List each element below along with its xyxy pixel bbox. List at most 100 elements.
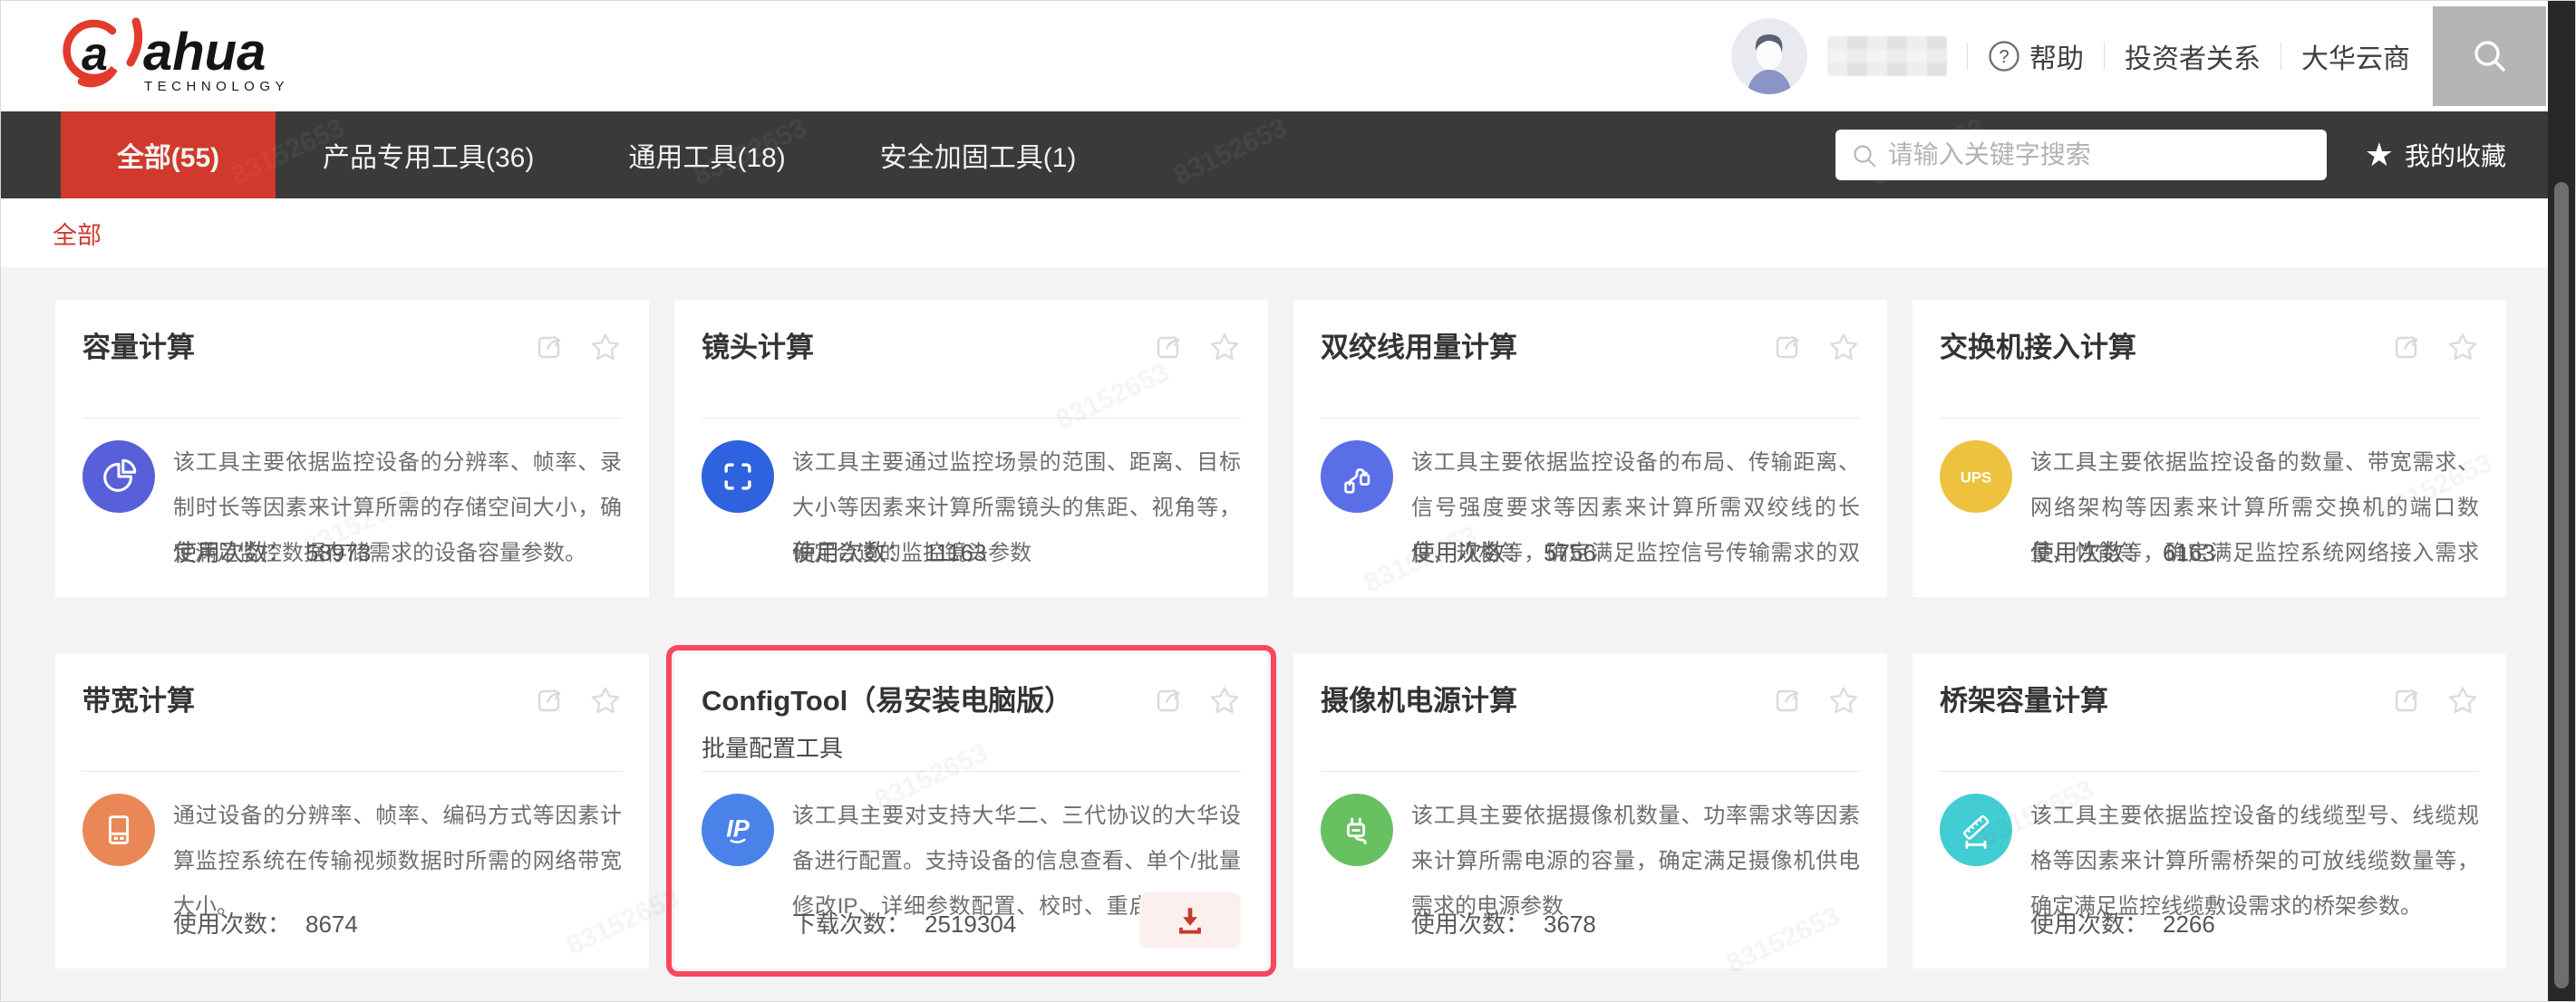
- brand-tagline: TECHNOLOGY: [144, 79, 289, 94]
- count-value: 5756: [1544, 539, 1596, 566]
- breadcrumb: 全部: [1, 198, 2575, 267]
- content-area: 容量计算: [1, 267, 2575, 1002]
- nav-tab-2[interactable]: 通用工具(18): [581, 111, 832, 198]
- brand-text: ahua: [143, 23, 266, 82]
- svg-text:a: a: [82, 28, 108, 81]
- card-divider: [1321, 771, 1860, 772]
- download-button[interactable]: [1139, 892, 1241, 949]
- tool-card[interactable]: 摄像机电源计算: [1293, 653, 1887, 968]
- card-divider: [1940, 771, 2479, 772]
- nav-right: ★ 我的收藏: [1835, 111, 2575, 198]
- count-label: 使用次数：: [1411, 910, 1529, 938]
- favorite-star-icon[interactable]: [1827, 684, 1860, 717]
- favorite-star-icon[interactable]: [1827, 331, 1860, 363]
- investor-relations-link[interactable]: 投资者关系: [2125, 36, 2261, 76]
- share-icon[interactable]: [533, 331, 566, 363]
- search-icon: [2470, 36, 2510, 76]
- share-icon[interactable]: [1771, 684, 1804, 717]
- help-label: 帮助: [2029, 36, 2084, 76]
- monitor-icon: [82, 794, 155, 866]
- card-usage-count: 下载次数：2519304: [792, 906, 1016, 939]
- favorite-star-icon[interactable]: [2446, 684, 2479, 717]
- favorite-star-icon[interactable]: [1208, 331, 1241, 363]
- count-value: 3678: [1544, 910, 1596, 938]
- card-title: 带宽计算: [82, 684, 195, 718]
- page: a ahua TECHNOLOGY ?: [0, 0, 2576, 1002]
- favorite-star-icon[interactable]: [1208, 684, 1241, 717]
- count-value: 8674: [305, 910, 358, 938]
- pie-chart-icon: [82, 440, 155, 513]
- share-icon[interactable]: [2390, 331, 2423, 363]
- card-divider: [702, 771, 1241, 772]
- card-title: 容量计算: [82, 331, 195, 364]
- vertical-scrollbar: [2548, 1, 2575, 1002]
- header-right: ? 帮助 投资者关系 大华云商: [1731, 18, 2410, 94]
- tool-card[interactable]: 容量计算: [55, 300, 649, 597]
- favorite-star-icon[interactable]: [2446, 331, 2479, 363]
- share-icon[interactable]: [1771, 331, 1804, 363]
- header-separator: [1967, 43, 1968, 70]
- card-title: 摄像机电源计算: [1321, 684, 1517, 718]
- help-link[interactable]: ? 帮助: [1988, 36, 2084, 76]
- cable-icon: [1321, 440, 1393, 513]
- dahua-cloud-link[interactable]: 大华云商: [2301, 36, 2410, 76]
- my-favorites-button[interactable]: ★ 我的收藏: [2365, 137, 2506, 173]
- tool-card[interactable]: 带宽计算: [55, 653, 649, 968]
- card-usage-count: 使用次数： 3678: [1411, 906, 1596, 939]
- header: a ahua TECHNOLOGY ?: [1, 1, 2575, 111]
- tool-card[interactable]: 交换机接入计算: [1913, 300, 2506, 597]
- keyword-search-input[interactable]: [1835, 130, 2327, 180]
- card-usage-count: 使用次数： 58973: [173, 535, 371, 568]
- tool-card[interactable]: ConfigTool（易安装电脑版） 批量配置工具: [674, 653, 1268, 968]
- card-usage-count: 使用次数： 11163: [792, 535, 986, 568]
- nav-tab-3[interactable]: 安全加固工具(1): [833, 111, 1124, 198]
- tool-card[interactable]: 镜头计算: [674, 300, 1268, 597]
- header-search-button[interactable]: [2433, 6, 2546, 106]
- star-filled-icon: ★: [2365, 139, 2394, 171]
- dahua-logo[interactable]: a ahua TECHNOLOGY: [51, 13, 295, 101]
- focus-frame-icon: [702, 440, 774, 513]
- ip-logo-icon: IP: [702, 794, 774, 866]
- svg-text:UPS: UPS: [1961, 469, 1991, 487]
- count-label: 使用次数：: [173, 539, 291, 566]
- scrollbar-thumb[interactable]: [2554, 182, 2569, 988]
- nav-tab-1[interactable]: 产品专用工具(36): [276, 111, 581, 198]
- count-value: 11163: [925, 539, 986, 566]
- card-divider: [702, 418, 1241, 419]
- count-label: 使用次数：: [2030, 539, 2148, 566]
- tool-card[interactable]: 双绞线用量计算: [1293, 300, 1887, 597]
- favorite-star-icon[interactable]: [589, 331, 622, 363]
- card-divider: [82, 418, 622, 419]
- card-title: 交换机接入计算: [1940, 331, 2136, 364]
- card-usage-count: 使用次数： 5756: [1411, 535, 1596, 568]
- count-value: 2266: [2163, 910, 2215, 938]
- breadcrumb-all-link[interactable]: 全部: [53, 216, 102, 251]
- count-label: 使用次数：: [1411, 539, 1529, 566]
- question-circle-icon: ?: [1988, 40, 2020, 72]
- card-divider: [82, 771, 622, 772]
- user-avatar[interactable]: [1731, 18, 1807, 94]
- ups-text-icon: UPS: [1940, 440, 2012, 513]
- user-name-censored[interactable]: [1827, 36, 1947, 76]
- download-icon: [1173, 903, 1207, 938]
- count-label: 使用次数：: [2030, 910, 2148, 938]
- card-title: 双绞线用量计算: [1321, 331, 1517, 364]
- count-label: 使用次数：: [792, 539, 910, 566]
- tool-card[interactable]: 桥架容量计算: [1913, 653, 2506, 968]
- favorite-star-icon[interactable]: [589, 684, 622, 717]
- cards-grid: 容量计算: [55, 300, 2532, 968]
- header-separator: [2104, 43, 2105, 70]
- share-icon[interactable]: [1152, 331, 1185, 363]
- share-icon[interactable]: [533, 684, 566, 717]
- nav-tab-0[interactable]: 全部(55): [61, 111, 276, 198]
- count-value: 58973: [305, 539, 371, 566]
- my-favorites-label: 我的收藏: [2405, 137, 2506, 173]
- svg-text:IP: IP: [726, 814, 751, 842]
- share-icon[interactable]: [1152, 684, 1185, 717]
- nav-tabs: 全部(55) 产品专用工具(36) 通用工具(18) 安全加固工具(1): [61, 111, 1123, 198]
- card-divider: [1940, 418, 2479, 419]
- share-icon[interactable]: [2390, 684, 2423, 717]
- count-value: 2519304: [925, 910, 1016, 938]
- ruler-icon: [1940, 794, 2012, 866]
- card-title: 镜头计算: [702, 331, 814, 364]
